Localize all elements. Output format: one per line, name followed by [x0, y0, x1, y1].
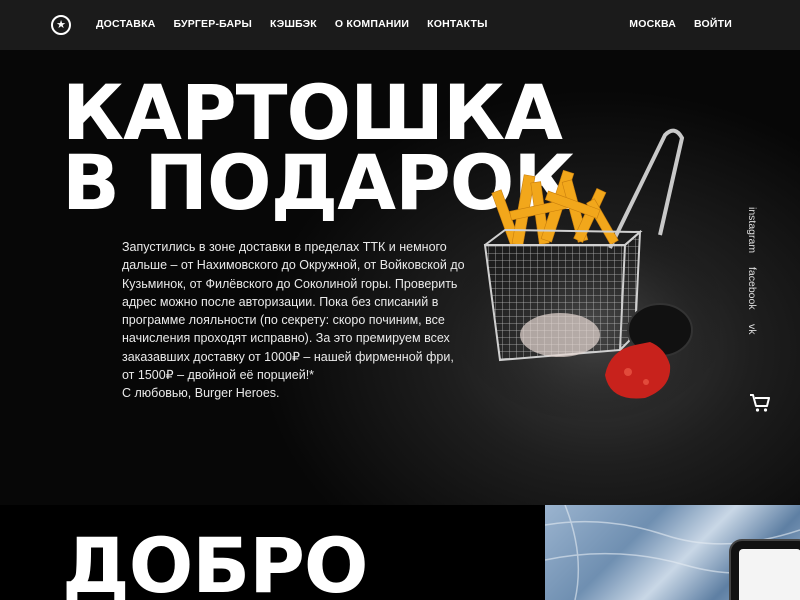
cart-icon[interactable] [749, 393, 771, 413]
nav-burger-bars[interactable]: БУРГЕР-БАРЫ [173, 18, 252, 30]
nav-contacts[interactable]: КОНТАКТЫ [427, 18, 487, 30]
social-links: instagram facebook vk [746, 207, 758, 334]
top-navigation: ★ ДОСТАВКА БУРГЕР-БАРЫ КЭШБЭК О КОМПАНИИ… [0, 0, 800, 50]
promo-photo [545, 505, 800, 600]
welcome-section: ДОБРО [0, 505, 800, 600]
fries-basket-image [460, 128, 720, 420]
vk-link[interactable]: vk [746, 324, 758, 335]
logo-star-icon[interactable]: ★ [51, 15, 71, 35]
nav-about[interactable]: О КОМПАНИИ [335, 18, 409, 30]
phone-in-pocket-icon [545, 505, 800, 600]
facebook-link[interactable]: facebook [746, 267, 758, 310]
city-selector[interactable]: МОСКВА [629, 18, 676, 30]
hero-description: Запустились в зоне доставки в пределах Т… [122, 238, 467, 403]
hero-banner: КАРТОШКА В ПОДАРОК Запустились в зоне до… [0, 50, 800, 505]
instagram-link[interactable]: instagram [746, 207, 758, 253]
section-title: ДОБРО [62, 521, 369, 600]
hero-signature: С любовью, Burger Heroes. [122, 386, 280, 401]
main-nav: ДОСТАВКА БУРГЕР-БАРЫ КЭШБЭК О КОМПАНИИ К… [96, 18, 488, 30]
nav-cashback[interactable]: КЭШБЭК [270, 18, 317, 30]
header-actions: МОСКВА ВОЙТИ [629, 18, 732, 30]
nav-delivery[interactable]: ДОСТАВКА [96, 18, 155, 30]
login-link[interactable]: ВОЙТИ [694, 18, 732, 30]
hero-paragraph: Запустились в зоне доставки в пределах Т… [122, 240, 465, 383]
